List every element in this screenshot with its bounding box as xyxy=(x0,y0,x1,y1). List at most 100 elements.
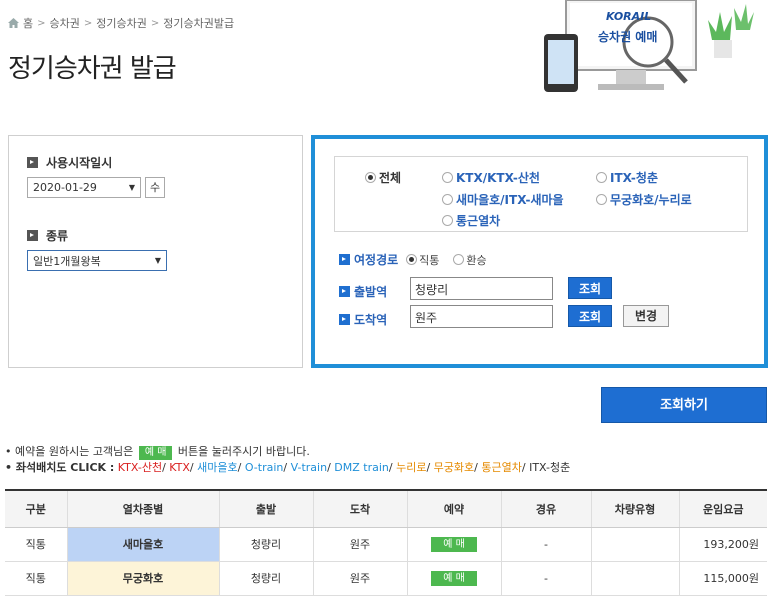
radio-icon xyxy=(596,172,607,183)
radio-selected-icon xyxy=(365,172,376,183)
cell-reserve: 예 매 xyxy=(406,561,501,596)
chevron-right-icon: > xyxy=(37,17,46,29)
radio-transfer[interactable]: 환승 xyxy=(453,252,487,268)
breadcrumb-season-ticket[interactable]: 정기승차권 xyxy=(96,15,147,31)
left-panel: 사용시작일시 2020-01-29 ▼ 수 종류 일반1개월왕복 ▼ xyxy=(8,135,303,368)
seat-map-link[interactable]: 무궁화호 xyxy=(430,461,475,474)
cell-via: - xyxy=(500,561,591,596)
header-fare: 운임요금 xyxy=(678,489,767,528)
header-arrival: 도착 xyxy=(312,489,407,528)
cell-train-type[interactable]: 새마을호 xyxy=(66,527,219,562)
chevron-right-icon: > xyxy=(150,17,160,29)
radio-all[interactable]: 전체 xyxy=(365,169,401,186)
seat-map-link[interactable]: ITX-청춘 xyxy=(526,461,570,474)
arrival-lookup-button[interactable]: 조회 xyxy=(568,305,612,327)
radio-all-label: 전체 xyxy=(379,171,402,185)
start-date-select[interactable]: 2020-01-29 ▼ xyxy=(27,177,141,198)
search-button[interactable]: 조회하기 xyxy=(601,387,767,423)
route-label: 여정경로 xyxy=(354,253,399,267)
breadcrumb-ticket[interactable]: 승차권 xyxy=(50,15,80,31)
seat-map-link[interactable]: 새마을호 xyxy=(194,461,238,474)
seat-map-link[interactable]: KTX-산천 xyxy=(118,461,162,474)
radio-icon xyxy=(442,194,453,205)
right-panel: 전체 KTX/KTX-산천 ITX-청춘 새마을호/ITX-새마을 무궁화호/누… xyxy=(311,135,768,368)
seat-map-label: • 좌석배치도 CLICK : xyxy=(5,461,115,474)
home-icon[interactable] xyxy=(8,18,19,28)
radio-ktx[interactable]: KTX/KTX-산천 xyxy=(442,169,540,186)
departure-row: 출발역 xyxy=(339,283,387,300)
seat-map-link[interactable]: O-train xyxy=(241,461,284,474)
cell-gubun: 직통 xyxy=(5,527,67,562)
breadcrumb-current: 정기승차권발급 xyxy=(163,17,235,30)
route-row: 여정경로 직통 환승 xyxy=(339,251,487,268)
seat-map-link[interactable]: DMZ train xyxy=(331,461,389,474)
seat-map-link[interactable]: 통근열차 xyxy=(478,461,522,474)
reserve-button[interactable]: 예 매 xyxy=(431,570,477,586)
radio-itx-cheongchun-label: ITX-청춘 xyxy=(610,171,658,185)
arrival-input[interactable]: 원주 xyxy=(410,305,553,328)
radio-saemaeul[interactable]: 새마을호/ITX-새마을 xyxy=(442,191,564,208)
departure-input[interactable]: 청량리 xyxy=(410,277,553,300)
reserve-badge-sample: 예 매 xyxy=(138,446,173,460)
reserve-notice-suffix: 버튼을 눌러주시기 바랍니다. xyxy=(177,445,310,458)
departure-lookup-button[interactable]: 조회 xyxy=(568,277,612,299)
radio-icon xyxy=(453,254,465,265)
arrow-box-icon xyxy=(339,286,350,297)
cell-via: - xyxy=(500,527,591,562)
radio-mugunghwa-label: 무궁화호/누리로 xyxy=(610,193,692,207)
radio-selected-icon xyxy=(406,254,418,265)
radio-commuter[interactable]: 통근열차 xyxy=(442,212,500,229)
arrival-label: 도착역 xyxy=(354,313,388,327)
cell-reserve: 예 매 xyxy=(406,527,501,562)
hero-illustration: KORAIL 승차권 예매 xyxy=(536,0,756,100)
ticket-type-select[interactable]: 일반1개월왕복 ▼ xyxy=(27,250,167,271)
cell-fare: 115,000원 xyxy=(678,561,767,596)
arrow-box-icon xyxy=(27,157,38,168)
page-title: 정기승차권 발급 xyxy=(8,54,177,84)
header-departure: 출발 xyxy=(218,489,313,528)
arrow-box-icon xyxy=(27,230,38,241)
radio-icon xyxy=(596,194,607,205)
cell-car-type xyxy=(590,561,679,596)
cell-train-type[interactable]: 무궁화호 xyxy=(66,561,219,596)
reserve-notice: • 예약을 원하시는 고객님은 예 매 버튼을 눌러주시기 바랍니다. xyxy=(5,443,310,460)
radio-icon xyxy=(442,215,453,226)
radio-saemaeul-label: 새마을호/ITX-새마을 xyxy=(456,193,564,207)
cell-arrival: 원주 xyxy=(312,527,407,562)
reserve-notice-prefix: • 예약을 원하시는 고객님은 xyxy=(5,445,134,458)
type-label: 종류 xyxy=(27,227,68,244)
header-car-type: 차량유형 xyxy=(590,489,679,528)
reserve-button[interactable]: 예 매 xyxy=(431,536,477,552)
table-row: 직통 새마을호 청량리 원주 예 매 - 193,200원 xyxy=(5,527,767,562)
cell-departure: 청량리 xyxy=(218,527,313,562)
start-date-label: 사용시작일시 xyxy=(27,154,112,171)
caret-down-icon: ▼ xyxy=(128,183,135,192)
cell-fare: 193,200원 xyxy=(678,527,767,562)
seat-map-link[interactable]: V-train xyxy=(287,461,327,474)
train-type-box: 전체 KTX/KTX-산천 ITX-청춘 새마을호/ITX-새마을 무궁화호/누… xyxy=(334,156,748,232)
cell-car-type xyxy=(590,527,679,562)
cell-gubun: 직통 xyxy=(5,561,67,596)
hero-caption: 승차권 예매 xyxy=(598,30,658,44)
radio-direct-label: 직통 xyxy=(419,253,440,267)
change-station-button[interactable]: 변경 xyxy=(623,305,669,327)
cell-arrival: 원주 xyxy=(312,561,407,596)
results-table: 구분 열차종별 출발 도착 예약 경유 차량유형 운임요금 직통 새마을호 청량… xyxy=(5,489,767,596)
breadcrumb: 홈 > 승차권 > 정기승차권 > 정기승차권발급 xyxy=(8,15,234,31)
radio-commuter-label: 통근열차 xyxy=(456,214,501,228)
radio-direct[interactable]: 직통 xyxy=(406,252,439,268)
seat-map-link[interactable]: 누리로 xyxy=(393,461,426,474)
breadcrumb-home[interactable]: 홈 xyxy=(23,15,33,31)
radio-icon xyxy=(442,172,453,183)
radio-transfer-label: 환승 xyxy=(466,253,487,267)
chevron-right-icon: > xyxy=(83,17,93,29)
seat-map-link[interactable]: KTX xyxy=(166,461,190,474)
arrow-box-icon xyxy=(339,314,350,325)
radio-mugunghwa[interactable]: 무궁화호/누리로 xyxy=(596,191,692,208)
radio-itx-cheongchun[interactable]: ITX-청춘 xyxy=(596,169,658,186)
table-row: 직통 무궁화호 청량리 원주 예 매 - 115,000원 xyxy=(5,561,767,596)
seat-map-links: • 좌석배치도 CLICK : KTX-산천/ KTX/ 새마을호/ O-tra… xyxy=(5,459,570,475)
type-label-text: 종류 xyxy=(46,229,69,243)
cell-departure: 청량리 xyxy=(218,561,313,596)
arrow-box-icon xyxy=(339,254,350,265)
